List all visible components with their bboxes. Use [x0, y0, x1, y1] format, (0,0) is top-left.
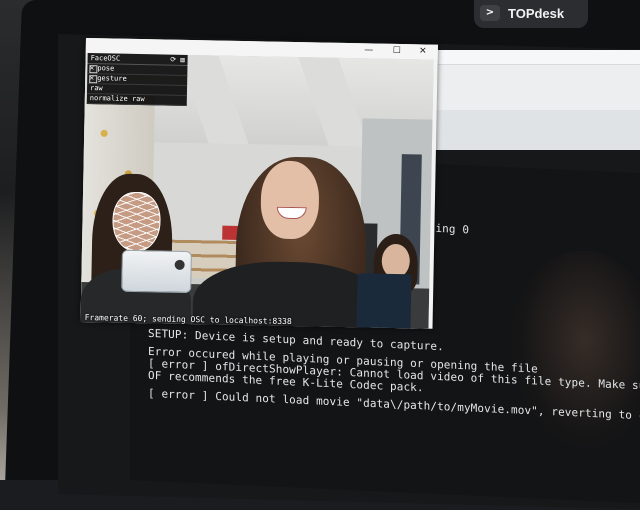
close-icon[interactable]: ✕ — [416, 45, 430, 57]
option-label: raw — [89, 84, 103, 93]
topdesk-logo-icon: > — [480, 5, 500, 21]
checkbox-gesture[interactable] — [89, 75, 98, 84]
checkbox-pose[interactable] — [89, 65, 98, 74]
option-label: normalize raw — [89, 94, 145, 104]
minimize-icon[interactable]: — — [362, 44, 376, 56]
phone — [121, 249, 192, 294]
option-label: gesture — [97, 74, 127, 83]
taskbar-topdesk-button[interactable]: > TOPdesk — [474, 0, 588, 28]
phone-camera-icon — [174, 259, 185, 270]
topdesk-label: TOPdesk — [508, 5, 565, 21]
background-window-titlebar[interactable] — [432, 50, 640, 65]
background-window-band — [432, 110, 640, 150]
panel-save-load-icon[interactable]: ⟳ ▤ — [170, 55, 184, 65]
screen-reflection — [510, 247, 640, 455]
tablet — [356, 273, 412, 329]
option-normalize-raw[interactable]: normalize raw — [86, 94, 187, 106]
faceosc-window[interactable]: — ☐ ✕ FaceOSC ⟳ ▤ pose — [80, 38, 438, 329]
option-label: pose — [97, 64, 115, 73]
faceosc-settings-panel[interactable]: FaceOSC ⟳ ▤ pose gesture raw normalize r… — [86, 53, 188, 106]
person-center-face — [260, 160, 320, 240]
maximize-icon[interactable]: ☐ — [390, 45, 404, 57]
background-window[interactable] — [432, 50, 640, 150]
panel-title: FaceOSC — [90, 54, 121, 63]
